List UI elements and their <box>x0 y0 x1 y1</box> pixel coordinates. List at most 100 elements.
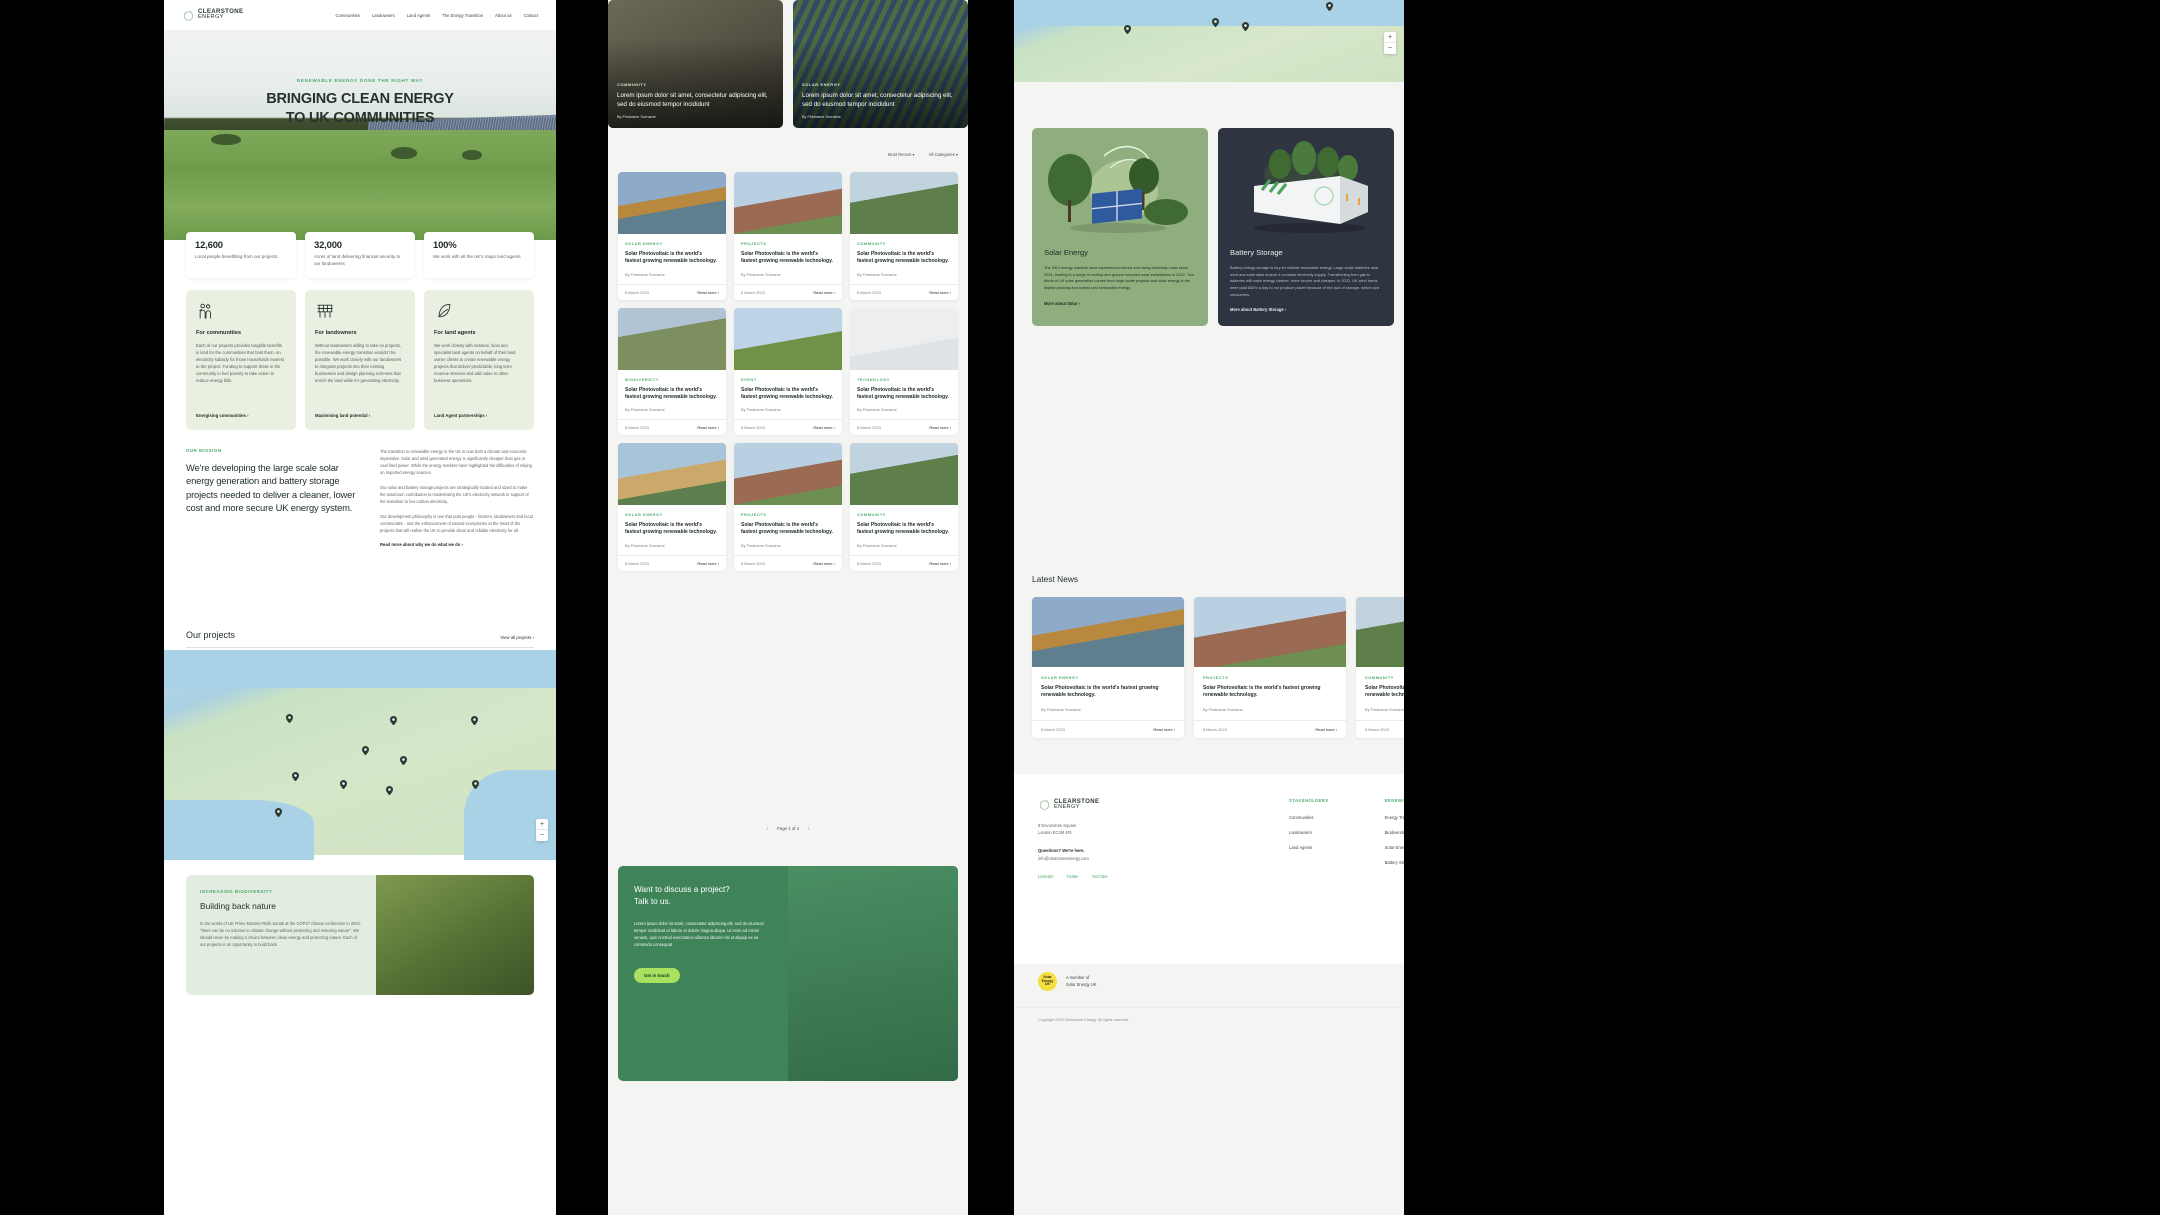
map-pin[interactable] <box>471 716 478 726</box>
mission-link[interactable]: Read more about why we do what we do › <box>380 542 534 547</box>
project-card-battery-storage[interactable]: Battery Storage Battery energy storage i… <box>1218 128 1394 327</box>
project-card-solar-energy[interactable]: Solar Energy The UK's energy markets hav… <box>1032 128 1208 327</box>
screenshot-stage: CLEARSTONE ENERGY Communities Landowners… <box>0 0 2160 1215</box>
map-pin[interactable] <box>1212 18 1219 28</box>
pagination-prev-button[interactable]: ‹ <box>767 826 768 831</box>
map-pin[interactable] <box>1326 2 1333 12</box>
news-card[interactable]: PROJECTS Solar Photovoltaic is the world'… <box>734 172 842 300</box>
latest-news-card-image <box>1194 597 1346 667</box>
audience-card-title: For land agents <box>434 330 476 336</box>
footer-link[interactable]: Landowners <box>1289 830 1329 835</box>
map-zoom-out-button[interactable]: − <box>536 830 548 841</box>
map-zoom-controls[interactable]: + − <box>1384 32 1396 54</box>
stats-strip: 12,600 Local people benefitting from our… <box>186 232 534 278</box>
footer-column-heading: RENEWABLE ENERGY <box>1384 798 1404 803</box>
news-card[interactable]: COMMUNITY Solar Photovoltaic is the world… <box>850 172 958 300</box>
map-pin[interactable] <box>340 780 347 790</box>
nav-item-landowners[interactable]: Landowners <box>372 13 395 18</box>
audience-card-link[interactable]: Maximising land potential › <box>315 404 405 418</box>
audience-card-communities[interactable]: For communities Each of our projects pro… <box>186 290 296 430</box>
footer-email[interactable]: info@clearstoneenergy.com <box>1038 856 1253 861</box>
logo-line2: ENERGY <box>198 14 224 21</box>
projects-map-top[interactable]: + − <box>1014 0 1404 82</box>
news-card-readmore-link[interactable]: Read more › <box>929 290 951 295</box>
nav-item-contact[interactable]: Contact <box>524 13 538 18</box>
nav-item-about-us[interactable]: About us <box>495 13 512 18</box>
latest-news-card[interactable]: COMMUNITY Solar Photovoltaic is the world… <box>1356 597 1404 738</box>
map-pin[interactable] <box>275 808 282 818</box>
mission-paragraph: Our development philosophy is one that p… <box>380 514 533 534</box>
member-of-text: A member of Solar Energy UK <box>1066 975 1097 988</box>
biodiversity-section: INCREASING BIODIVERSITY Building back na… <box>186 875 534 995</box>
map-pin[interactable] <box>390 716 397 726</box>
news-card-readmore-link[interactable]: Read more › <box>697 561 719 566</box>
map-zoom-controls[interactable]: + − <box>536 819 548 841</box>
project-card-link[interactable]: More about Battery Storage › <box>1230 307 1382 312</box>
news-card-readmore-link[interactable]: Read more › <box>697 290 719 295</box>
map-pin[interactable] <box>400 756 407 766</box>
news-card[interactable]: SOLAR ENERGY Solar Photovoltaic is the wo… <box>618 443 726 571</box>
nav-item-communities[interactable]: Communities <box>336 13 360 18</box>
footer-link[interactable]: Biodiversity & Rewilding <box>1385 830 1404 835</box>
filter-category-dropdown[interactable]: All Categories ▾ <box>929 152 958 157</box>
get-in-touch-button[interactable]: Get in touch <box>634 967 680 983</box>
footer-link[interactable]: Communities <box>1289 815 1329 820</box>
map-pin[interactable] <box>1124 25 1131 35</box>
map-pin[interactable] <box>292 772 299 782</box>
filter-sort-dropdown[interactable]: Most Recent ▾ <box>888 152 915 157</box>
map-pin[interactable] <box>1242 22 1249 32</box>
news-card[interactable]: COMMUNITY Solar Photovoltaic is the world… <box>850 443 958 571</box>
map-pin[interactable] <box>286 714 293 724</box>
social-link-linkedin[interactable]: LinkedIn <box>1038 874 1053 879</box>
map-pin[interactable] <box>386 786 393 796</box>
footer-link[interactable]: Battery Storage <box>1385 860 1404 865</box>
latest-news-card[interactable]: SOLAR ENERGY Solar Photovoltaic is the wo… <box>1032 597 1184 738</box>
footer-link-columns: STAKEHOLDERS Communities Landowners Land Ag… <box>1289 798 1404 964</box>
latest-news-card-readmore-link[interactable]: Read more › <box>1315 727 1337 732</box>
news-card-image <box>734 172 842 234</box>
mission-eyebrow: OUR MISSION <box>186 448 222 453</box>
latest-news-card-readmore-link[interactable]: Read more › <box>1153 727 1175 732</box>
news-card-readmore-link[interactable]: Read more › <box>697 425 719 430</box>
footer-link[interactable]: Energy Transition <box>1385 815 1404 820</box>
project-card-title: Battery Storage <box>1230 248 1283 257</box>
audience-card-link[interactable]: Energising communities › <box>196 404 286 418</box>
news-card-readmore-link[interactable]: Read more › <box>929 425 951 430</box>
news-card-readmore-link[interactable]: Read more › <box>813 425 835 430</box>
map-pin[interactable] <box>362 746 369 756</box>
projects-map[interactable]: + − <box>164 650 556 860</box>
nav-item-energy-transition[interactable]: The Energy Transition <box>442 13 483 18</box>
logo[interactable]: CLEARSTONE ENERGY <box>182 8 243 22</box>
news-card-readmore-link[interactable]: Read more › <box>813 290 835 295</box>
audience-card-land-agents[interactable]: For land agents We work closely with nat… <box>424 290 534 430</box>
news-card-image <box>618 443 726 506</box>
footer-link[interactable]: Land Agents <box>1289 845 1329 850</box>
nav-item-land-agents[interactable]: Land Agents <box>407 13 430 18</box>
news-card[interactable]: EVENT Solar Photovoltaic is the world's f… <box>734 307 842 436</box>
featured-tile-solar-energy[interactable]: SOLAR ENERGY Lorem ipsum dolor sit amet,… <box>793 0 968 128</box>
cta-body: Lorem ipsum dolor sit amet, consectetur … <box>634 920 764 947</box>
filter-sort-label: Most Recent <box>887 152 912 157</box>
map-zoom-in-button[interactable]: + <box>536 819 548 830</box>
map-pin[interactable] <box>472 780 479 790</box>
map-zoom-out-button[interactable]: − <box>1384 43 1396 54</box>
featured-tile-community[interactable]: COMMUNITY Lorem ipsum dolor sit amet, co… <box>608 0 783 128</box>
footer-link[interactable]: Solar Energy <box>1385 845 1404 850</box>
footer-logo[interactable]: CLEARSTONE ENERGY <box>1038 798 1253 811</box>
news-card[interactable]: BIODIVERSITY Solar Photovoltaic is the wo… <box>618 307 726 436</box>
news-card[interactable]: PROJECTS Solar Photovoltaic is the world'… <box>734 443 842 571</box>
news-card-readmore-link[interactable]: Read more › <box>929 561 951 566</box>
view-all-projects-link[interactable]: View all projects › <box>500 635 534 640</box>
news-card-readmore-link[interactable]: Read more › <box>813 561 835 566</box>
news-card[interactable]: TECHNOLOGY Solar Photovoltaic is the worl… <box>850 307 958 436</box>
latest-news-card[interactable]: PROJECTS Solar Photovoltaic is the world'… <box>1194 597 1346 738</box>
stat-card: 32,000 Acres of land delivering financia… <box>305 232 415 278</box>
audience-card-landowners[interactable]: For landowners Without landowners willin… <box>305 290 415 430</box>
project-card-link[interactable]: More about Solar › <box>1044 301 1196 306</box>
pagination-next-button[interactable]: › <box>808 826 809 831</box>
audience-card-link[interactable]: Land Agent partnerships › <box>434 404 524 418</box>
social-link-youtube[interactable]: YouTube <box>1092 874 1108 879</box>
social-link-twitter[interactable]: Twitter <box>1066 874 1078 879</box>
news-card[interactable]: SOLAR ENERGY Solar Photovoltaic is the wo… <box>618 172 726 300</box>
map-zoom-in-button[interactable]: + <box>1384 32 1396 43</box>
